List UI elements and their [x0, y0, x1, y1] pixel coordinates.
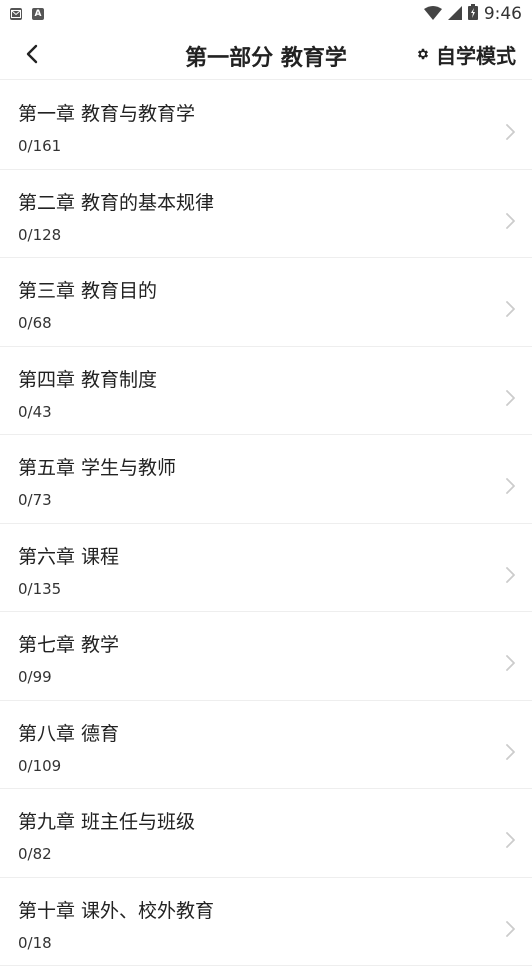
chapter-title: 第二章 教育的基本规律 — [18, 188, 214, 215]
chevron-right-icon — [504, 654, 516, 672]
a-icon: A — [32, 8, 44, 20]
system-icons: 9:46 — [424, 4, 522, 24]
mail-icon — [10, 8, 22, 20]
status-bar: A 9:46 — [0, 0, 532, 28]
chevron-right-icon — [504, 123, 516, 141]
chapter-item-8[interactable]: 第八章 德育 0/109 — [0, 701, 532, 790]
chevron-right-icon — [504, 300, 516, 318]
app-bar: 第一部分 教育学 自学模式 — [0, 28, 532, 80]
chapter-progress: 0/18 — [18, 934, 52, 952]
chapter-title: 第六章 课程 — [18, 542, 119, 569]
chevron-right-icon — [504, 831, 516, 849]
chapter-item-5[interactable]: 第五章 学生与教师 0/73 — [0, 435, 532, 524]
chapter-progress: 0/68 — [18, 314, 52, 332]
chapter-item-2[interactable]: 第二章 教育的基本规律 0/128 — [0, 170, 532, 259]
chapter-item-7[interactable]: 第七章 教学 0/99 — [0, 612, 532, 701]
signal-icon — [448, 5, 462, 24]
back-button[interactable] — [18, 40, 46, 68]
chapter-item-1[interactable]: 第一章 教育与教育学 0/161 — [0, 81, 532, 170]
chapter-progress: 0/99 — [18, 668, 52, 686]
chapter-title: 第五章 学生与教师 — [18, 453, 176, 480]
chapter-progress: 0/43 — [18, 403, 52, 421]
chapter-progress: 0/128 — [18, 226, 61, 244]
chapter-progress: 0/135 — [18, 580, 61, 598]
chevron-left-icon — [25, 44, 39, 64]
status-time: 9:46 — [484, 4, 522, 24]
chapter-item-10[interactable]: 第十章 课外、校外教育 0/18 — [0, 878, 532, 966]
chapter-progress: 0/161 — [18, 137, 61, 155]
chevron-right-icon — [504, 389, 516, 407]
chevron-right-icon — [504, 743, 516, 761]
chapter-title: 第八章 德育 — [18, 719, 119, 746]
chapter-item-9[interactable]: 第九章 班主任与班级 0/82 — [0, 789, 532, 878]
chevron-right-icon — [504, 212, 516, 230]
self-study-mode-button[interactable]: 自学模式 — [416, 40, 516, 68]
notification-icons: A — [10, 8, 44, 20]
self-study-mode-label: 自学模式 — [436, 40, 516, 69]
chapter-title: 第三章 教育目的 — [18, 276, 157, 303]
wifi-icon — [424, 5, 442, 24]
chapter-item-4[interactable]: 第四章 教育制度 0/43 — [0, 347, 532, 436]
chapter-title: 第一章 教育与教育学 — [18, 99, 195, 126]
gear-icon — [416, 47, 430, 61]
chapter-list: 第一章 教育与教育学 0/161 第二章 教育的基本规律 0/128 第三章 教… — [0, 81, 532, 966]
chapter-progress: 0/109 — [18, 757, 61, 775]
chapter-title: 第四章 教育制度 — [18, 365, 157, 392]
chevron-right-icon — [504, 920, 516, 938]
chevron-right-icon — [504, 477, 516, 495]
chapter-title: 第十章 课外、校外教育 — [18, 896, 214, 923]
chevron-right-icon — [504, 566, 516, 584]
battery-charging-icon — [468, 4, 478, 24]
chapter-title: 第七章 教学 — [18, 630, 119, 657]
chapter-title: 第九章 班主任与班级 — [18, 807, 195, 834]
chapter-item-6[interactable]: 第六章 课程 0/135 — [0, 524, 532, 613]
chapter-progress: 0/82 — [18, 845, 52, 863]
chapter-item-3[interactable]: 第三章 教育目的 0/68 — [0, 258, 532, 347]
chapter-progress: 0/73 — [18, 491, 52, 509]
